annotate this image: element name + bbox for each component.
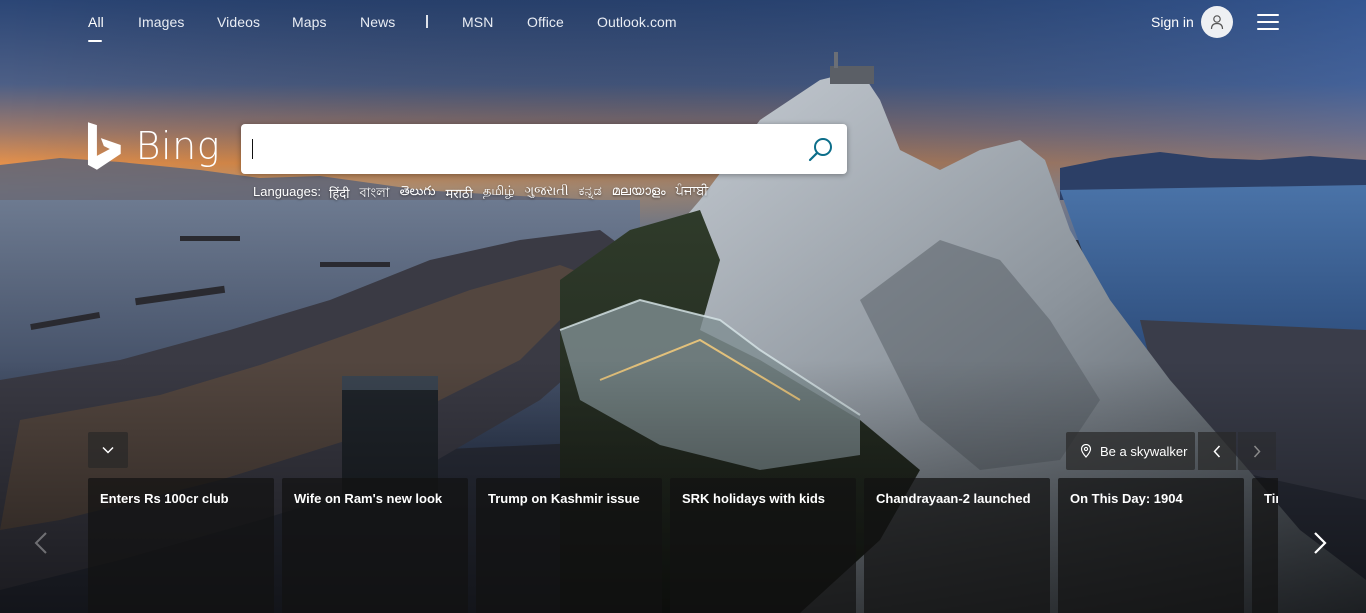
lang-punjabi[interactable]: ਪੰਜਾਬੀ <box>676 184 709 205</box>
lang-tamil[interactable]: தமிழ் <box>483 184 515 205</box>
hamburger-icon[interactable] <box>1257 14 1279 30</box>
news-card-title: Trump on Kashmir issue <box>488 491 640 506</box>
news-card[interactable]: On This Day: 1904 <box>1058 478 1244 613</box>
lang-telugu[interactable]: తెలుగు <box>400 184 436 205</box>
bing-logo[interactable]: Bing <box>86 118 220 174</box>
carousel-prev-arrow[interactable] <box>30 529 54 557</box>
nav-videos[interactable]: Videos <box>217 14 260 30</box>
lang-bengali[interactable]: বাংলা <box>360 184 390 205</box>
previous-image-button[interactable] <box>1198 432 1236 470</box>
languages-label: Languages: <box>253 184 321 199</box>
image-info-button[interactable]: Be a skywalker <box>1066 432 1195 470</box>
chevron-left-icon <box>1213 444 1221 458</box>
search-box <box>241 124 847 174</box>
languages-bar: Languages: हिंदी বাংলা తెలుగు मराठी தமிழ… <box>253 184 708 205</box>
nav-active-underline <box>88 40 102 42</box>
nav-images[interactable]: Images <box>138 14 185 30</box>
chevron-right-icon <box>1253 444 1261 458</box>
nav-msn[interactable]: MSN <box>462 14 493 30</box>
nav-maps[interactable]: Maps <box>292 14 327 30</box>
news-card[interactable]: Trump on Kashmir issue <box>476 478 662 613</box>
user-avatar[interactable] <box>1201 6 1233 38</box>
bing-logo-icon <box>87 122 121 170</box>
nav-outlook[interactable]: Outlook.com <box>597 14 677 30</box>
lang-kannada[interactable]: ಕನ್ನಡ <box>579 184 602 205</box>
lang-malayalam[interactable]: മലയാളം <box>612 184 666 205</box>
news-card[interactable]: Tir <box>1252 478 1278 613</box>
search-icon[interactable] <box>807 136 835 164</box>
news-card-title: On This Day: 1904 <box>1070 491 1183 506</box>
search-input[interactable] <box>251 124 801 174</box>
news-carousel: Enters Rs 100cr club Wife on Ram's new l… <box>88 478 1278 613</box>
nav-separator <box>426 15 428 28</box>
collapse-news-button[interactable] <box>88 432 128 468</box>
nav-all[interactable]: All <box>88 14 104 30</box>
sign-in-link[interactable]: Sign in <box>1151 14 1194 30</box>
news-card-title: Chandrayaan-2 launched <box>876 491 1031 506</box>
text-caret <box>252 139 253 159</box>
next-image-button[interactable] <box>1238 432 1276 470</box>
news-card[interactable]: Wife on Ram's new look <box>282 478 468 613</box>
location-pin-icon <box>1080 444 1092 458</box>
news-card[interactable]: SRK holidays with kids <box>670 478 856 613</box>
logo-text: Bing <box>135 124 220 168</box>
news-card-title: SRK holidays with kids <box>682 491 826 506</box>
user-icon <box>1210 15 1224 30</box>
lang-gujarati[interactable]: ગુજરાતી <box>525 184 569 205</box>
news-card[interactable]: Enters Rs 100cr club <box>88 478 274 613</box>
news-card-title: Tir <box>1264 491 1278 506</box>
news-card[interactable]: Chandrayaan-2 launched <box>864 478 1050 613</box>
news-card-title: Wife on Ram's new look <box>294 491 443 506</box>
news-card-title: Enters Rs 100cr club <box>100 491 229 506</box>
nav-news[interactable]: News <box>360 14 395 30</box>
image-info-label: Be a skywalker <box>1100 443 1188 459</box>
chevron-down-icon <box>102 446 114 454</box>
top-nav: All Images Videos Maps News MSN Office O… <box>0 0 1366 44</box>
lang-marathi[interactable]: मराठी <box>445 184 472 205</box>
carousel-next-arrow[interactable] <box>1307 529 1331 557</box>
lang-hindi[interactable]: हिंदी <box>329 184 350 205</box>
nav-office[interactable]: Office <box>527 14 564 30</box>
